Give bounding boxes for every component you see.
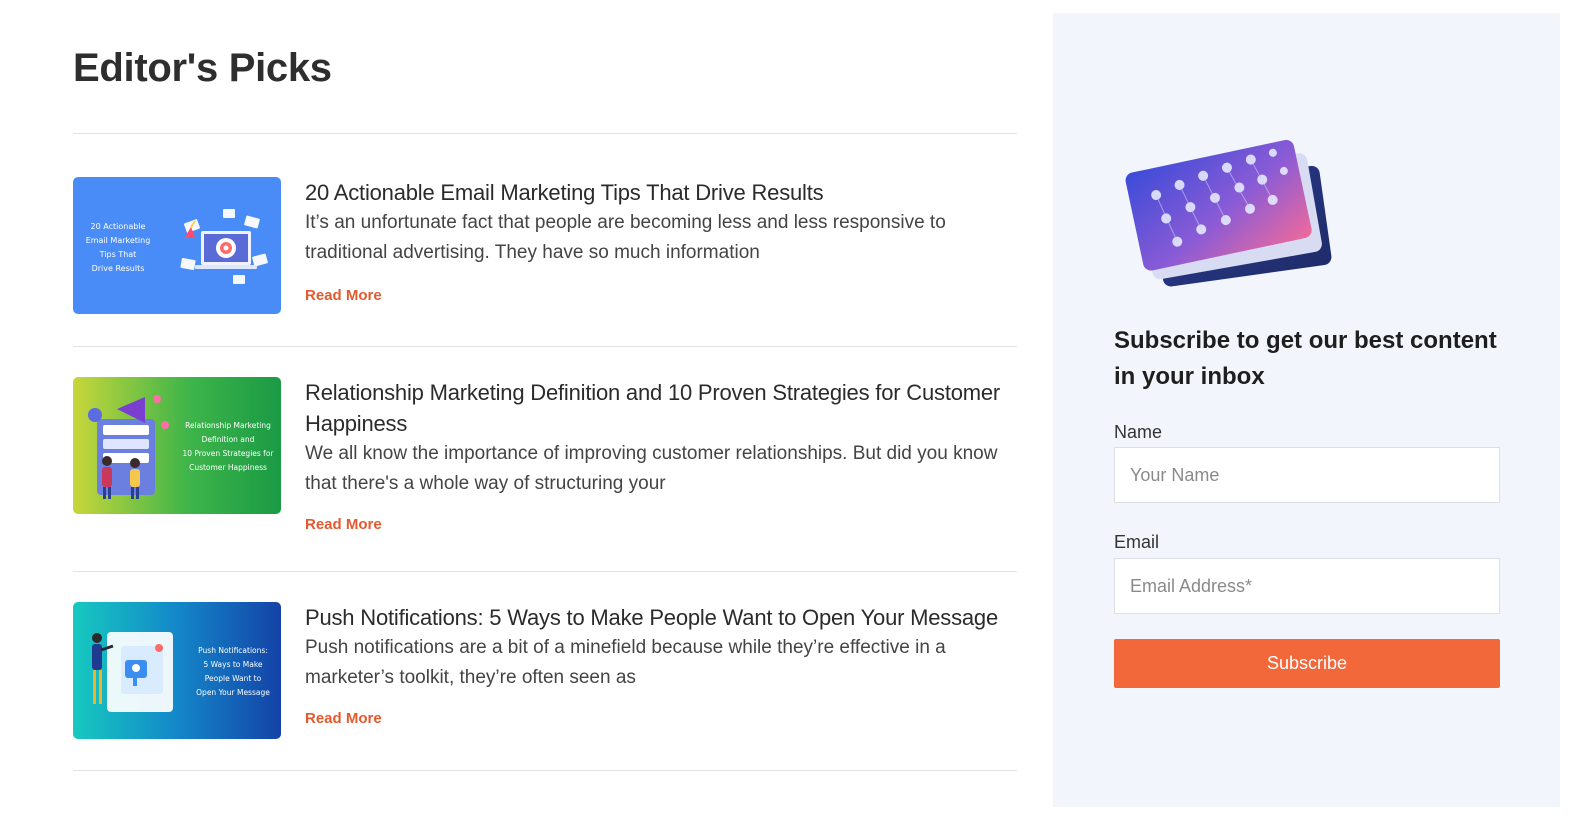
post-excerpt: We all know the importance of improving … — [305, 443, 998, 494]
thumbnail-caption: Email Marketing — [86, 236, 151, 245]
post-body: Push Notifications: 5 Ways to Make Peopl… — [305, 602, 1017, 728]
subscribe-button[interactable]: Subscribe — [1114, 639, 1500, 688]
name-input[interactable] — [1114, 447, 1500, 503]
post-thumbnail[interactable]: 20 Actionable Email Marketing Tips That … — [73, 177, 281, 314]
newsletter-cards-illustration — [1125, 139, 1332, 287]
read-more-link[interactable]: Read More — [305, 710, 382, 727]
email-marketing-illustration: 20 Actionable Email Marketing Tips That … — [73, 177, 281, 314]
divider — [73, 770, 1017, 771]
post-thumbnail[interactable]: Push Notifications: 5 Ways to Make Peopl… — [73, 602, 281, 739]
post-body: Relationship Marketing Definition and 10… — [305, 377, 1017, 534]
subscribe-heading: Subscribe to get our best content in you… — [1114, 327, 1497, 390]
thumbnail-caption: 10 Proven Strategies for — [182, 449, 274, 458]
relationship-marketing-illustration: Relationship Marketing Definition and 10… — [73, 377, 281, 514]
divider — [73, 133, 1017, 134]
post-excerpt: Push notifications are a bit of a minefi… — [305, 637, 946, 688]
page: Editor's Picks 20 Actionable Email Marke… — [0, 0, 1593, 829]
email-input[interactable] — [1114, 558, 1500, 614]
thumbnail-caption: 20 Actionable — [91, 222, 146, 231]
divider — [73, 346, 1017, 347]
thumbnail-caption: Push Notifications: — [198, 646, 268, 655]
thumbnail-caption: 5 Ways to Make — [203, 660, 262, 669]
post-title[interactable]: 20 Actionable Email Marketing Tips That … — [305, 177, 1017, 208]
thumbnail-caption: Drive Results — [92, 264, 145, 273]
subscribe-sidebar: Subscribe to get our best content in you… — [1053, 13, 1560, 807]
name-label: Name — [1114, 422, 1163, 442]
email-label: Email — [1114, 532, 1160, 552]
post-thumbnail[interactable]: Relationship Marketing Definition and 10… — [73, 377, 281, 514]
post-title[interactable]: Relationship Marketing Definition and 10… — [305, 377, 1017, 439]
thumbnail-caption: Tips That — [99, 250, 137, 259]
post-title[interactable]: Push Notifications: 5 Ways to Make Peopl… — [305, 602, 1017, 633]
post-excerpt: It’s an unfortunate fact that people are… — [305, 212, 946, 263]
thumbnail-caption: Customer Happiness — [189, 463, 267, 472]
divider — [73, 571, 1017, 572]
thumbnail-caption: Definition and — [202, 435, 255, 444]
thumbnail-caption: People Want to — [205, 674, 262, 683]
thumbnail-caption: Relationship Marketing — [185, 421, 271, 430]
read-more-link[interactable]: Read More — [305, 516, 382, 533]
thumbnail-caption: Open Your Message — [196, 688, 270, 697]
read-more-link[interactable]: Read More — [305, 287, 382, 304]
post-body: 20 Actionable Email Marketing Tips That … — [305, 177, 1017, 305]
push-notifications-illustration: Push Notifications: 5 Ways to Make Peopl… — [73, 602, 281, 739]
section-title: Editor's Picks — [73, 46, 332, 90]
